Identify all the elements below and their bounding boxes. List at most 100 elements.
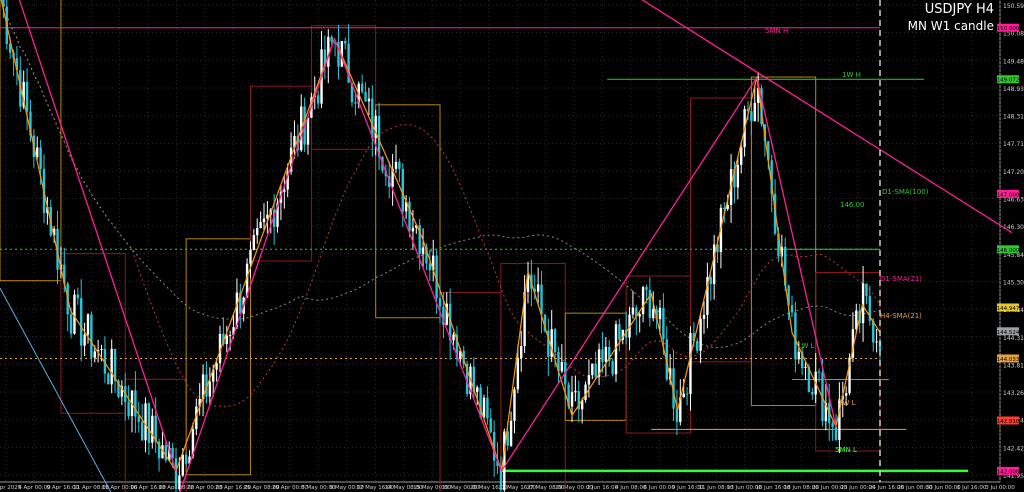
- candle-body: [658, 307, 662, 320]
- candle-body: [591, 363, 594, 376]
- x-tick-label: 4 Jun 08:00: [615, 485, 647, 491]
- candle-body: [702, 314, 706, 319]
- y-tick-label: 149.485: [1003, 58, 1024, 65]
- candle-body: [86, 314, 90, 335]
- candle-body: [709, 277, 712, 285]
- candle-body: [360, 83, 364, 92]
- candle-body: [90, 314, 93, 358]
- y-tick-label: 148.930: [1003, 86, 1024, 93]
- level-label: H4-SMA(21): [880, 312, 922, 320]
- candle-body: [689, 333, 692, 395]
- candle-body: [83, 334, 86, 346]
- level-label: 1W H: [842, 71, 861, 79]
- candle-body: [164, 445, 168, 461]
- candle-body: [228, 334, 232, 336]
- candle-body: [682, 393, 685, 398]
- level-label: 1W L: [797, 342, 815, 350]
- candle-body: [834, 427, 838, 440]
- candle-body: [574, 391, 577, 393]
- candle-body: [140, 421, 144, 441]
- candle-body: [110, 348, 113, 385]
- y-tick-label: 146.300: [1003, 224, 1024, 231]
- price-tag-label: 146.000: [997, 248, 1020, 254]
- price-tag-label: 144.033: [997, 357, 1020, 363]
- candle-body: [540, 284, 543, 315]
- price-chart: 150.590150.080149.485148.930148.310147.7…: [0, 0, 1024, 492]
- y-tick-label: 147.200: [1003, 169, 1024, 176]
- candle-body: [638, 314, 641, 317]
- candle-body: [144, 403, 147, 441]
- candle-body: [516, 357, 520, 390]
- y-tick-label: 145.300: [1003, 279, 1024, 286]
- candle-body: [371, 98, 374, 139]
- candle-body: [753, 102, 756, 121]
- candle-body: [316, 95, 320, 104]
- candle-body: [208, 381, 212, 397]
- candle-body: [151, 415, 154, 443]
- candle-body: [428, 263, 432, 271]
- chart-window: 150.590150.080149.485148.930148.310147.7…: [0, 0, 1024, 492]
- level-label: D1-SMA(21): [880, 275, 922, 283]
- candle-body: [587, 375, 591, 385]
- x-tick-label: 2 Jun 16:00: [587, 485, 619, 491]
- candle-body: [861, 283, 865, 324]
- level-label: 146.00: [840, 201, 865, 209]
- candle-body: [618, 324, 621, 340]
- candle-body: [750, 111, 753, 121]
- candle-body: [662, 307, 665, 340]
- candle-body: [398, 161, 401, 169]
- candle-body: [797, 351, 800, 360]
- candle-body: [306, 117, 310, 145]
- trend-line: [18, 0, 177, 472]
- candle-body: [790, 305, 794, 313]
- candle-body: [367, 98, 371, 102]
- price-tag-label: 142.910: [997, 419, 1020, 425]
- candle-body: [594, 363, 597, 377]
- candle-body: [178, 475, 181, 490]
- candle-body: [476, 387, 479, 392]
- candle-body: [354, 102, 357, 104]
- candle-body: [486, 397, 489, 419]
- y-tick-label: 143.260: [1003, 390, 1024, 397]
- candle-body: [100, 349, 103, 351]
- level-label: 1W L: [838, 399, 856, 407]
- candle-body: [364, 91, 367, 102]
- candle-body: [794, 312, 797, 360]
- candle-body: [344, 41, 347, 44]
- price-tag-label: 149.072: [997, 78, 1020, 84]
- diagonal-line: [0, 287, 112, 492]
- candle-body: [401, 168, 404, 212]
- candle-body: [844, 393, 848, 396]
- candle-body: [438, 298, 442, 307]
- candle-body: [675, 408, 679, 422]
- candle-body: [601, 349, 604, 362]
- candle-body: [804, 366, 807, 368]
- candle-body: [107, 373, 110, 385]
- x-tick-label: 1 Jul 16:00: [957, 485, 987, 491]
- candle-body: [80, 298, 83, 346]
- candle-body: [631, 307, 635, 315]
- candle-body: [154, 415, 157, 442]
- candle-body: [865, 283, 868, 297]
- candle-body: [181, 454, 184, 476]
- trend-line: [179, 38, 336, 492]
- candle-body: [411, 227, 415, 232]
- chart-subtitle: MN W1 candle: [907, 19, 994, 33]
- candle-body: [817, 371, 821, 373]
- y-tick-label: 148.310: [1003, 114, 1024, 121]
- candle-body: [256, 228, 259, 236]
- candle-body: [225, 335, 228, 345]
- candle-body: [560, 362, 564, 372]
- candle-body: [39, 147, 42, 169]
- candle-body: [740, 147, 743, 165]
- candle-body: [696, 341, 699, 351]
- candle-body: [831, 423, 834, 428]
- candle-body: [25, 81, 29, 112]
- candle-body: [330, 36, 333, 42]
- x-tick-label: 30 Jun 00:00: [926, 485, 961, 491]
- candle-body: [69, 314, 73, 334]
- candle-body: [645, 287, 648, 290]
- price-tag-label: 150.000: [997, 26, 1020, 32]
- candle-body: [127, 402, 130, 417]
- candle-body: [93, 351, 96, 358]
